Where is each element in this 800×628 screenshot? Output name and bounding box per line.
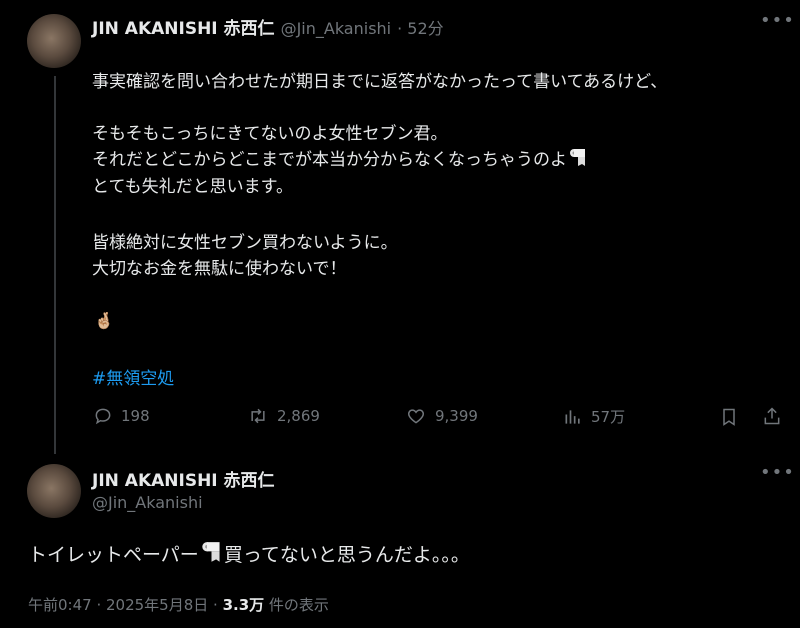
like-icon [405, 406, 427, 426]
text-segment: トイレットペーパー [28, 544, 199, 566]
text-line-with-icon: それだとどこからどこまでが本当か分からなくなっちゃうのよ [92, 121, 589, 173]
author-handle[interactable]: @Jin_Akanishi [281, 19, 392, 38]
text-line: 事実確認を問い合わせたが期日までに返答がなかったって書いてあるけど、 [92, 72, 668, 92]
views-icon [563, 407, 583, 427]
author-name[interactable]: JIN AKANISHI 赤西仁 [92, 14, 275, 39]
toilet-paper-icon [569, 148, 587, 168]
avatar[interactable] [27, 464, 81, 518]
toilet-paper-icon [201, 541, 222, 564]
more-icon[interactable]: ••• [760, 10, 795, 31]
repost-count: 2,869 [277, 407, 320, 425]
author-handle[interactable]: @Jin_Akanishi [92, 493, 203, 512]
share-icon[interactable] [762, 405, 782, 431]
like-button[interactable]: 9,399 [405, 406, 478, 426]
reply-count: 198 [121, 407, 150, 425]
tweet-text: トイレットペーパー 買ってないと思うんだよ。。。 [28, 540, 470, 567]
text-line: 皆様絶対に女性セブン買わないように。 [92, 233, 398, 253]
thread-line [54, 76, 56, 454]
tweet-meta: 午前0:47 · 2025年5月8日 · 3.3万 件の表示 [28, 594, 329, 615]
text-segment: 買ってないと思うんだよ。。。 [223, 544, 470, 566]
avatar[interactable] [27, 14, 81, 68]
repost-icon [247, 406, 269, 426]
reply-icon [93, 406, 113, 426]
reply-button[interactable]: 198 [93, 406, 150, 426]
timestamp[interactable]: 午前0:47 · 2025年5月8日 · [28, 596, 223, 614]
view-count: 57万 [591, 408, 626, 426]
view-label: 件の表示 [264, 596, 329, 614]
tweet-header: JIN AKANISHI 赤西仁 @Jin_Akanishi · 52分 [92, 14, 444, 39]
time-ago[interactable]: · 52分 [397, 15, 444, 39]
like-count: 9,399 [435, 407, 478, 425]
crossed-fingers-emoji: 🤞🏼 [94, 311, 114, 330]
repost-button[interactable]: 2,869 [247, 406, 320, 426]
hashtag-link[interactable]: #無領空処 [92, 364, 174, 389]
text-line: 大切なお金を無駄に使わないで！ [92, 259, 347, 279]
author-name[interactable]: JIN AKANISHI 赤西仁 [92, 466, 275, 491]
view-count: 3.3万 [222, 596, 265, 614]
text-line: とても失礼だと思います。 [92, 177, 293, 197]
more-icon[interactable]: ••• [760, 462, 795, 483]
text-line: それだとどこからどこまでが本当か分からなくなっちゃうのよ [92, 150, 567, 170]
bookmark-icon[interactable] [719, 406, 739, 432]
views-button[interactable]: 57万 [563, 406, 625, 427]
